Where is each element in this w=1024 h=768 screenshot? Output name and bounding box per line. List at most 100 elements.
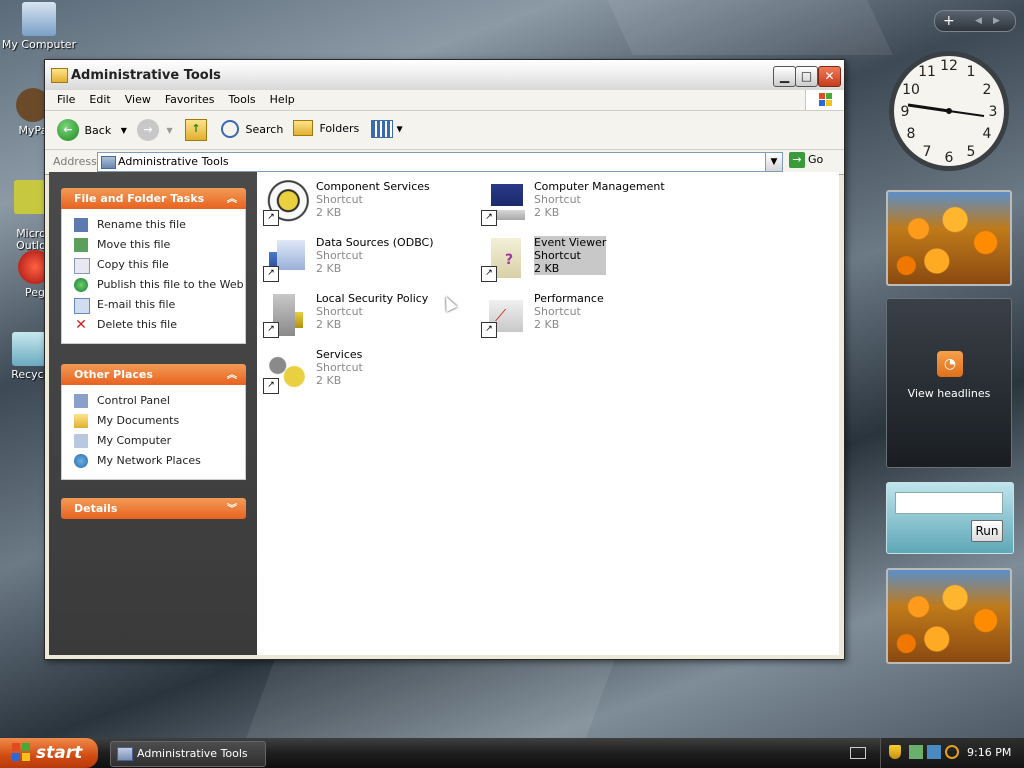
back-dropdown-icon[interactable]: ▼	[121, 126, 127, 135]
search-label: Search	[245, 122, 284, 136]
details-header[interactable]: Details ︾	[61, 498, 246, 519]
svg-text:8: 8	[907, 126, 916, 142]
view-headlines-label[interactable]: View headlines	[887, 387, 1011, 400]
go-arrow-icon: →	[789, 152, 805, 168]
rss-icon: ◔	[937, 351, 963, 377]
start-button[interactable]: start	[0, 738, 98, 768]
go-label: Go	[808, 153, 824, 166]
folder-icon	[51, 68, 68, 83]
search-tray-icon[interactable]	[945, 745, 959, 759]
search-icon	[221, 120, 239, 138]
task-label: Rename this file	[97, 218, 186, 231]
keyboard-icon[interactable]	[850, 747, 866, 759]
place-my-computer[interactable]: My Computer	[62, 431, 245, 451]
menu-tools[interactable]: Tools	[223, 90, 264, 106]
selected-file-text: Event Viewer Shortcut 2 KB	[534, 236, 607, 275]
rename-icon	[74, 218, 88, 232]
go-button[interactable]: → Go	[789, 152, 823, 168]
file-size: 2 KB	[316, 262, 342, 275]
menu-edit[interactable]: Edit	[83, 90, 118, 106]
file-type: Shortcut	[534, 305, 581, 318]
taskbar-button-label: Administrative Tools	[137, 747, 248, 760]
file-local-security-policy[interactable]: ↗ Local Security Policy Shortcut 2 KB	[259, 290, 469, 340]
file-performance[interactable]: ⟋ ↗ Performance Shortcut 2 KB	[477, 290, 687, 340]
forward-button[interactable]: → ▼	[137, 119, 173, 141]
file-component-services[interactable]: ↗ Component Services Shortcut 2 KB	[259, 178, 469, 228]
add-gadget-icon[interactable]: +	[943, 11, 955, 31]
computer-icon	[74, 434, 88, 448]
views-button[interactable]: ▼	[371, 120, 403, 138]
collapse-icon[interactable]: ︽	[227, 189, 237, 210]
title-bar[interactable]: Administrative Tools ▁ □ ✕	[45, 60, 844, 90]
menu-help[interactable]: Help	[264, 90, 303, 106]
collapse-icon[interactable]: ︽	[227, 365, 237, 386]
minimize-button[interactable]: ▁	[773, 66, 796, 87]
task-pane: File and Folder Tasks ︽ Rename this file…	[49, 172, 257, 655]
clock-gadget[interactable]: 12 1 2 3 4 5 6 7 8 9 10 11	[886, 48, 1012, 174]
security-shield-icon[interactable]	[889, 745, 901, 759]
task-copy[interactable]: Copy this file	[62, 255, 245, 275]
shortcut-arrow-icon: ↗	[263, 210, 279, 226]
task-email[interactable]: E-mail this file	[62, 295, 245, 315]
file-type: Shortcut	[534, 193, 581, 206]
close-icon: ✕	[824, 69, 835, 83]
taskbar-button-administrative-tools[interactable]: Administrative Tools	[110, 741, 266, 767]
folders-button[interactable]: Folders	[293, 120, 359, 136]
clock-time[interactable]: 9:16 PM	[967, 746, 1011, 759]
place-my-network[interactable]: My Network Places	[62, 451, 245, 471]
file-event-viewer[interactable]: ? ↗ Event Viewer Shortcut 2 KB	[477, 234, 687, 284]
place-my-documents[interactable]: My Documents	[62, 411, 245, 431]
file-size: 2 KB	[316, 206, 342, 219]
system-tray: 9:16 PM	[880, 738, 1024, 768]
menu-file[interactable]: File	[51, 90, 83, 106]
prev-icon[interactable]: ◀	[975, 11, 982, 31]
back-arrow-icon: ←	[57, 119, 79, 141]
svg-text:3: 3	[989, 104, 998, 120]
task-rename[interactable]: Rename this file	[62, 215, 245, 235]
views-dropdown-icon: ▼	[396, 124, 403, 134]
next-icon[interactable]: ▶	[993, 11, 1000, 31]
task-move[interactable]: Move this file	[62, 235, 245, 255]
other-places-header[interactable]: Other Places ︽	[61, 364, 246, 385]
network-tray-icon[interactable]	[909, 745, 923, 759]
menu-view[interactable]: View	[119, 90, 159, 106]
back-button[interactable]: ← Back ▼	[57, 119, 127, 141]
up-folder-button[interactable]: ↑	[185, 119, 207, 141]
file-computer-management[interactable]: ↗ Computer Management Shortcut 2 KB	[477, 178, 687, 228]
display-tray-icon[interactable]	[927, 745, 941, 759]
file-name: Component Services	[316, 180, 430, 193]
menu-favorites[interactable]: Favorites	[159, 90, 223, 106]
svg-text:7: 7	[923, 144, 932, 160]
run-gadget: Run	[886, 482, 1014, 554]
recycle-bin-icon	[12, 332, 46, 366]
task-publish[interactable]: Publish this file to the Web	[62, 275, 245, 295]
place-control-panel[interactable]: Control Panel	[62, 391, 245, 411]
windows-logo-icon	[805, 90, 844, 110]
event-viewer-icon: ? ↗	[481, 236, 527, 282]
search-button[interactable]: Search	[221, 120, 283, 138]
task-delete[interactable]: ✕ Delete this file	[62, 315, 245, 335]
file-services[interactable]: ↗ Services Shortcut 2 KB	[259, 346, 469, 396]
slideshow-gadget-bottom[interactable]	[886, 568, 1012, 664]
address-dropdown-icon[interactable]: ▼	[765, 153, 782, 171]
clock-face-icon: 12 1 2 3 4 5 6 7 8 9 10 11	[889, 51, 1009, 171]
desktop-icon-my-computer[interactable]: My Computer	[0, 2, 78, 51]
control-panel-icon	[74, 394, 88, 408]
run-button[interactable]: Run	[971, 520, 1003, 542]
file-folder-tasks-header[interactable]: File and Folder Tasks ︽	[61, 188, 246, 209]
maximize-button[interactable]: □	[795, 66, 818, 87]
panel-title: Details	[74, 502, 118, 515]
close-button[interactable]: ✕	[818, 66, 841, 87]
globe-icon	[74, 278, 88, 292]
question-mark-icon: ?	[505, 252, 514, 268]
folders-icon	[293, 120, 313, 136]
address-value: Administrative Tools	[118, 155, 229, 168]
forward-arrow-icon: →	[137, 119, 159, 141]
slideshow-gadget-top[interactable]	[886, 190, 1012, 286]
run-input[interactable]	[895, 492, 1003, 514]
address-input[interactable]: Administrative Tools ▼	[97, 152, 783, 172]
feed-headlines-gadget[interactable]: ◔ View headlines	[886, 298, 1012, 468]
shortcut-arrow-icon: ↗	[263, 266, 279, 282]
file-data-sources[interactable]: ↗ Data Sources (ODBC) Shortcut 2 KB	[259, 234, 469, 284]
expand-icon[interactable]: ︾	[227, 499, 237, 520]
